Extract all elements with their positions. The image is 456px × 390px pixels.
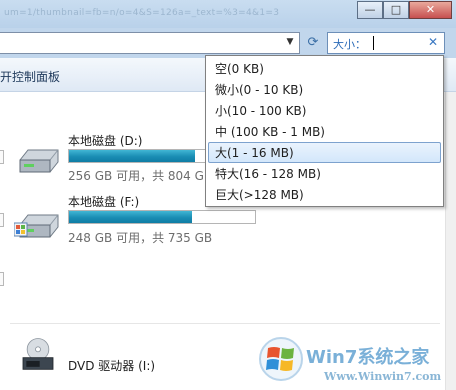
refresh-icon[interactable]: ⟳ — [304, 33, 322, 53]
address-row: ▼ ⟳ 大小： ✕ — [0, 28, 456, 58]
drive-name: 本地磁盘 (D:) — [68, 134, 143, 148]
group-expander[interactable] — [0, 213, 4, 227]
group-expander[interactable] — [0, 150, 4, 164]
search-filter-label: 大小： — [333, 38, 366, 51]
size-option-empty[interactable]: 空(0 KB) — [208, 58, 441, 79]
open-control-panel-button[interactable]: 开控制面板 — [0, 68, 60, 85]
site-watermark: Win7系统之家 Www.Winwin7.com — [258, 330, 456, 390]
drive-space-info: 248 GB 可用，共 735 GB — [68, 231, 213, 245]
size-option-medium[interactable]: 中 (100 KB - 1 MB) — [208, 121, 441, 142]
group-expander[interactable] — [0, 272, 4, 286]
search-input[interactable]: 大小： ✕ — [327, 32, 445, 54]
close-button[interactable]: ✕ — [409, 1, 452, 19]
drive-name: DVD 驱动器 (I:) — [68, 359, 156, 373]
size-option-small[interactable]: 小(10 - 100 KB) — [208, 100, 441, 121]
size-option-gigantic[interactable]: 巨大(>128 MB) — [208, 184, 441, 205]
caption-buttons: — □ ✕ — [357, 1, 452, 19]
address-bar[interactable] — [0, 32, 300, 54]
address-dropdown-icon[interactable]: ▼ — [282, 32, 298, 52]
window-title: um=1/thumbnail=fb=n/o=4&S=126a=_text=%3=… — [4, 8, 280, 18]
size-option-tiny[interactable]: 微小(0 - 10 KB) — [208, 79, 441, 100]
disk-usage-fill — [69, 211, 192, 223]
drive-space-info: 256 GB 可用，共 804 GB — [68, 169, 213, 183]
size-filter-dropdown: 空(0 KB) 微小(0 - 10 KB) 小(10 - 100 KB) 中 (… — [205, 55, 444, 207]
title-bar: um=1/thumbnail=fb=n/o=4&S=126a=_text=%3=… — [0, 0, 456, 28]
watermark-url: Www.Winwin7.com — [324, 370, 442, 383]
drive-name: 本地磁盘 (F:) — [68, 195, 140, 209]
maximize-button[interactable]: □ — [383, 1, 409, 19]
windows-logo-icon — [259, 337, 303, 381]
disk-usage-bar — [68, 210, 256, 224]
hard-disk-icon — [19, 149, 59, 173]
dvd-drive-icon — [22, 338, 54, 370]
size-option-huge[interactable]: 特大(16 - 128 MB) — [208, 163, 441, 184]
watermark-brand: Win7系统之家 — [306, 347, 430, 368]
minimize-button[interactable]: — — [357, 1, 383, 19]
clear-search-icon[interactable]: ✕ — [428, 35, 438, 49]
text-caret — [373, 36, 374, 50]
hard-disk-icon — [14, 214, 59, 238]
size-option-large[interactable]: 大(1 - 16 MB) — [208, 142, 441, 163]
section-divider — [10, 323, 440, 324]
disk-usage-fill — [69, 150, 196, 162]
